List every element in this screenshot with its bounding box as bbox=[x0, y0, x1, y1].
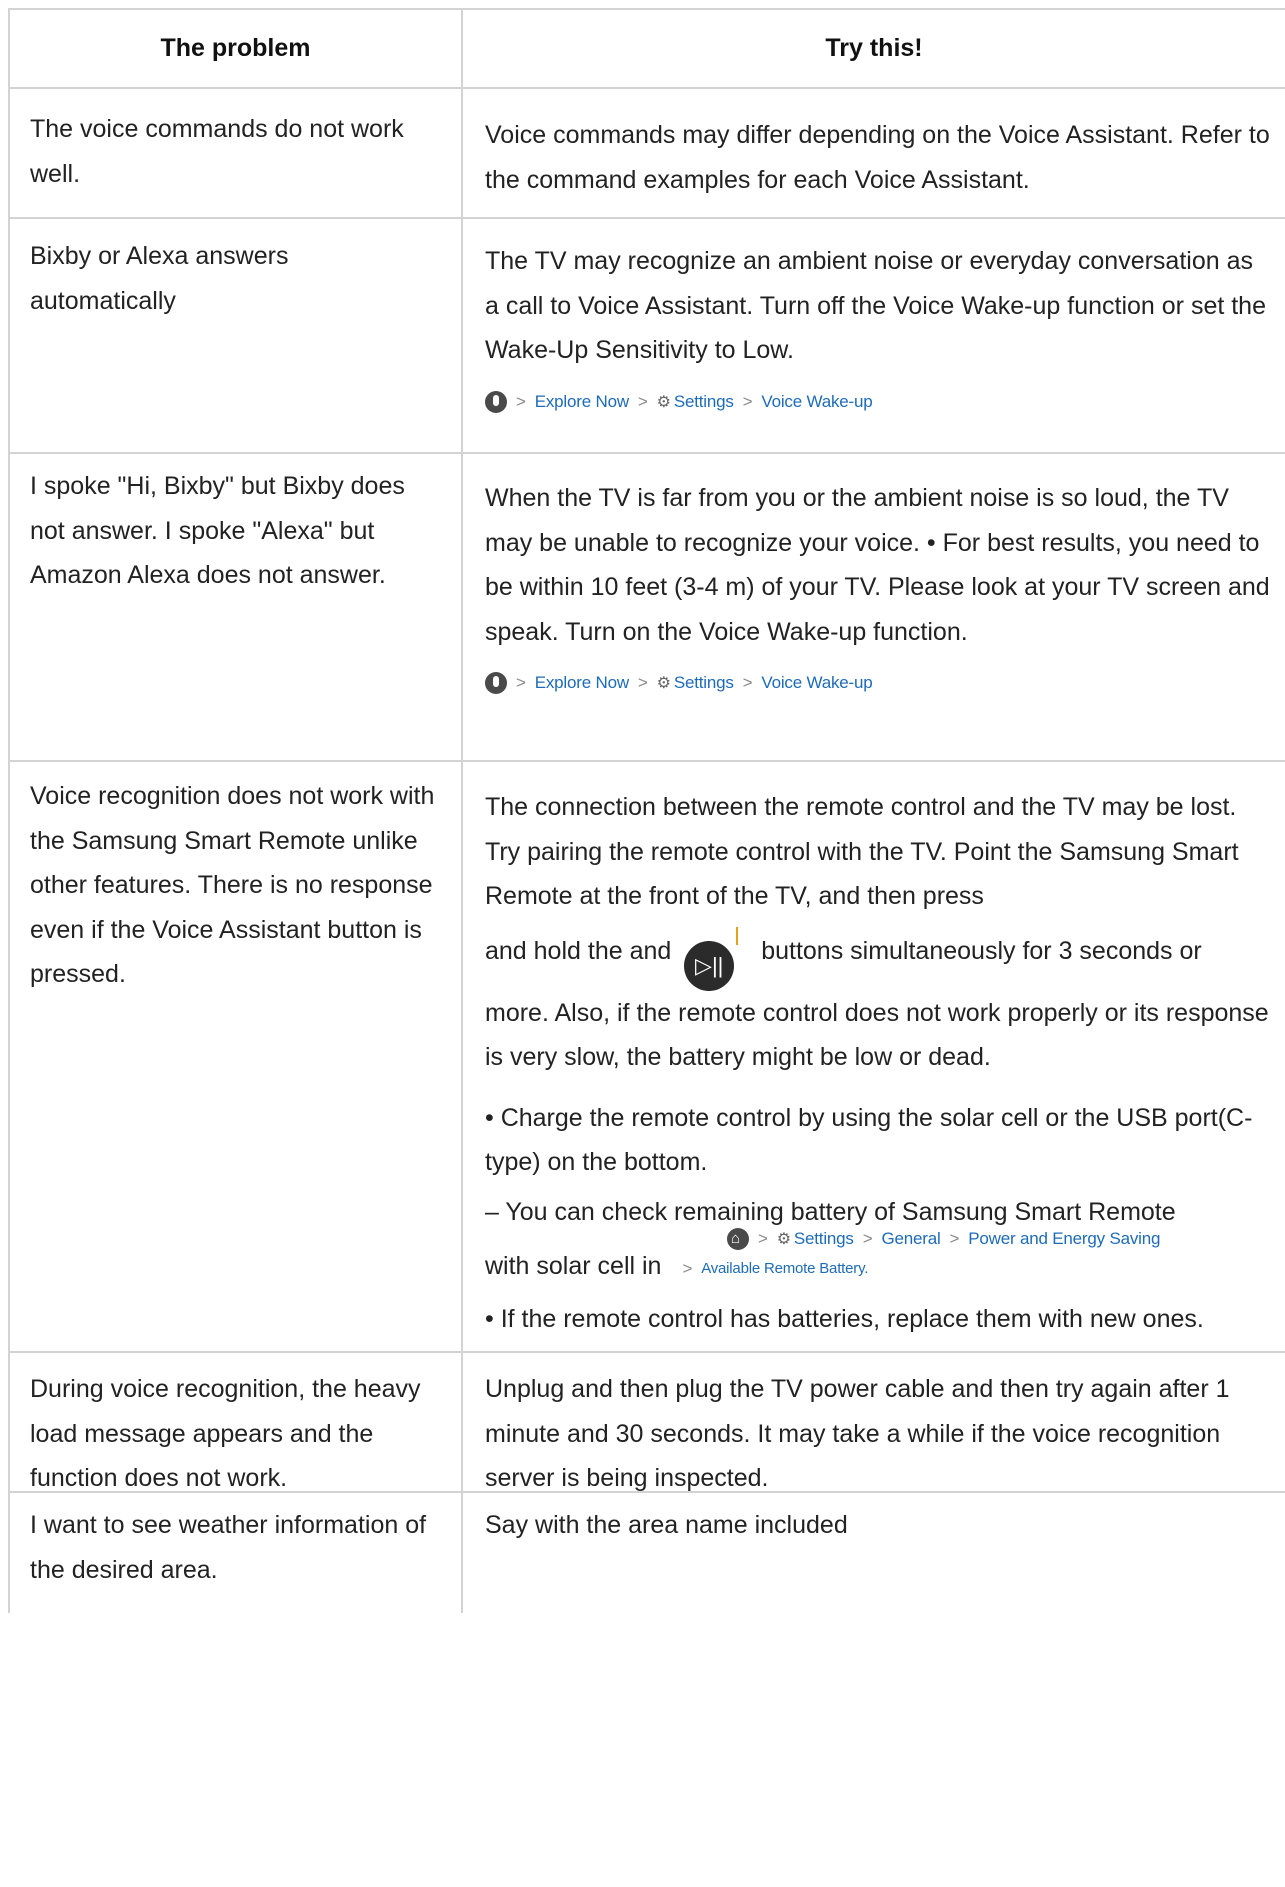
play-pause-icon: ▷|| bbox=[684, 940, 735, 991]
path-settings[interactable]: Settings bbox=[674, 673, 734, 693]
bullet-replace: • If the remote control has batteries, r… bbox=[485, 1304, 1204, 1333]
table-row: I spoke "Hi, Bixby" but Bixby does not a… bbox=[8, 454, 1285, 762]
solution-text: Voice commands may differ depending on t… bbox=[485, 121, 1270, 194]
path-settings[interactable]: Settings bbox=[794, 1229, 854, 1249]
problem-cell: I spoke "Hi, Bixby" but Bixby does not a… bbox=[8, 454, 461, 760]
problem-text: Voice recognition does not work with the… bbox=[30, 782, 435, 988]
solution-text: When the TV is far from you or the ambie… bbox=[485, 484, 1270, 646]
table-header-row: The problem Try this! bbox=[8, 10, 1285, 89]
problem-cell: Bixby or Alexa answers automatically bbox=[8, 219, 461, 452]
problem-cell: The voice commands do not work well. bbox=[8, 89, 461, 217]
path-available-remote-battery[interactable]: Available Remote Battery. bbox=[701, 1260, 868, 1277]
header-try-this-label: Try this! bbox=[825, 34, 923, 62]
table-row: During voice recognition, the heavy load… bbox=[8, 1353, 1285, 1493]
header-problem: The problem bbox=[8, 10, 461, 87]
button-marker bbox=[736, 926, 739, 945]
solution-cell: Voice commands may differ depending on t… bbox=[461, 89, 1285, 217]
problem-cell: During voice recognition, the heavy load… bbox=[8, 1353, 461, 1492]
menu-path: > ⚙ Settings > General > Power and Energ… bbox=[727, 1227, 1271, 1251]
path-explore-now[interactable]: Explore Now bbox=[535, 673, 629, 693]
gear-icon: ⚙ bbox=[656, 675, 671, 692]
chevron-right-icon: > bbox=[682, 1258, 693, 1278]
problem-text: During voice recognition, the heavy load… bbox=[30, 1375, 421, 1492]
solution-text: Say with the area name included bbox=[485, 1511, 848, 1539]
voice-assistant-icon bbox=[485, 672, 507, 694]
solution-text: The TV may recognize an ambient noise or… bbox=[485, 247, 1266, 364]
header-try-this: Try this! bbox=[461, 10, 1285, 87]
table-row: Bixby or Alexa answers automatically The… bbox=[8, 219, 1285, 454]
solar-cell-text: with solar cell in bbox=[485, 1251, 662, 1280]
menu-path-tail: > Available Remote Battery. bbox=[673, 1259, 868, 1279]
bullet-charge: • Charge the remote control by using the… bbox=[485, 1103, 1253, 1177]
problem-text: The voice commands do not work well. bbox=[30, 115, 404, 188]
menu-path: > Explore Now > ⚙ Settings > Voice Wake-… bbox=[485, 390, 1271, 413]
gear-icon: ⚙ bbox=[656, 393, 671, 411]
path-voice-wake-up[interactable]: Voice Wake-up bbox=[761, 673, 872, 693]
problem-text: I want to see weather information of the… bbox=[30, 1511, 427, 1584]
gear-icon: ⚙ bbox=[776, 1230, 791, 1248]
table-row: Voice recognition does not work with the… bbox=[8, 762, 1285, 1353]
solution-cell: The connection between the remote contro… bbox=[461, 762, 1285, 1351]
solution-text-a: The connection between the remote contro… bbox=[485, 793, 1239, 910]
solution-cell: When the TV is far from you or the ambie… bbox=[461, 454, 1285, 760]
chevron-right-icon: > bbox=[949, 1228, 960, 1248]
problem-cell: I want to see weather information of the… bbox=[8, 1493, 461, 1613]
home-icon bbox=[727, 1227, 749, 1250]
solution-cell: The TV may recognize an ambient noise or… bbox=[461, 219, 1285, 452]
problem-text: Bixby or Alexa answers automatically bbox=[30, 242, 289, 315]
chevron-right-icon: > bbox=[637, 391, 648, 411]
header-problem-label: The problem bbox=[160, 34, 311, 62]
path-power-energy-saving[interactable]: Power and Energy Saving bbox=[968, 1229, 1160, 1249]
solution-b-pre: and hold the and bbox=[485, 936, 672, 965]
menu-path: > Explore Now > ⚙ Settings > Voice Wake-… bbox=[485, 672, 1271, 694]
solar-cell-line: with solar cell in > Available Remote Ba… bbox=[485, 1249, 1271, 1283]
chevron-right-icon: > bbox=[516, 391, 526, 411]
path-explore-now[interactable]: Explore Now bbox=[535, 392, 629, 412]
chevron-right-icon: > bbox=[516, 673, 526, 692]
path-voice-wake-up[interactable]: Voice Wake-up bbox=[761, 392, 872, 412]
path-settings[interactable]: Settings bbox=[674, 392, 734, 412]
chevron-right-icon: > bbox=[742, 673, 753, 692]
chevron-right-icon: > bbox=[862, 1228, 873, 1248]
troubleshooting-table: The problem Try this! The voice commands… bbox=[8, 8, 1285, 1613]
dash-check-battery: – You can check remaining battery of Sam… bbox=[485, 1197, 1176, 1226]
chevron-right-icon: > bbox=[758, 1228, 768, 1248]
solution-cell: Say with the area name included bbox=[461, 1493, 1285, 1613]
table-row: The voice commands do not work well. Voi… bbox=[8, 89, 1285, 219]
table-row: I want to see weather information of the… bbox=[8, 1493, 1285, 1613]
problem-text: I spoke "Hi, Bixby" but Bixby does not a… bbox=[30, 472, 405, 589]
solution-text: Unplug and then plug the TV power cable … bbox=[485, 1375, 1230, 1492]
solution-text-b: and hold the and ▷|| buttons simultaneou… bbox=[485, 926, 1271, 1080]
solution-cell: Unplug and then plug the TV power cable … bbox=[461, 1353, 1285, 1492]
path-general[interactable]: General bbox=[881, 1229, 940, 1249]
chevron-right-icon: > bbox=[637, 673, 648, 692]
problem-cell: Voice recognition does not work with the… bbox=[8, 762, 461, 1351]
voice-assistant-icon bbox=[485, 390, 507, 413]
chevron-right-icon: > bbox=[742, 391, 753, 411]
